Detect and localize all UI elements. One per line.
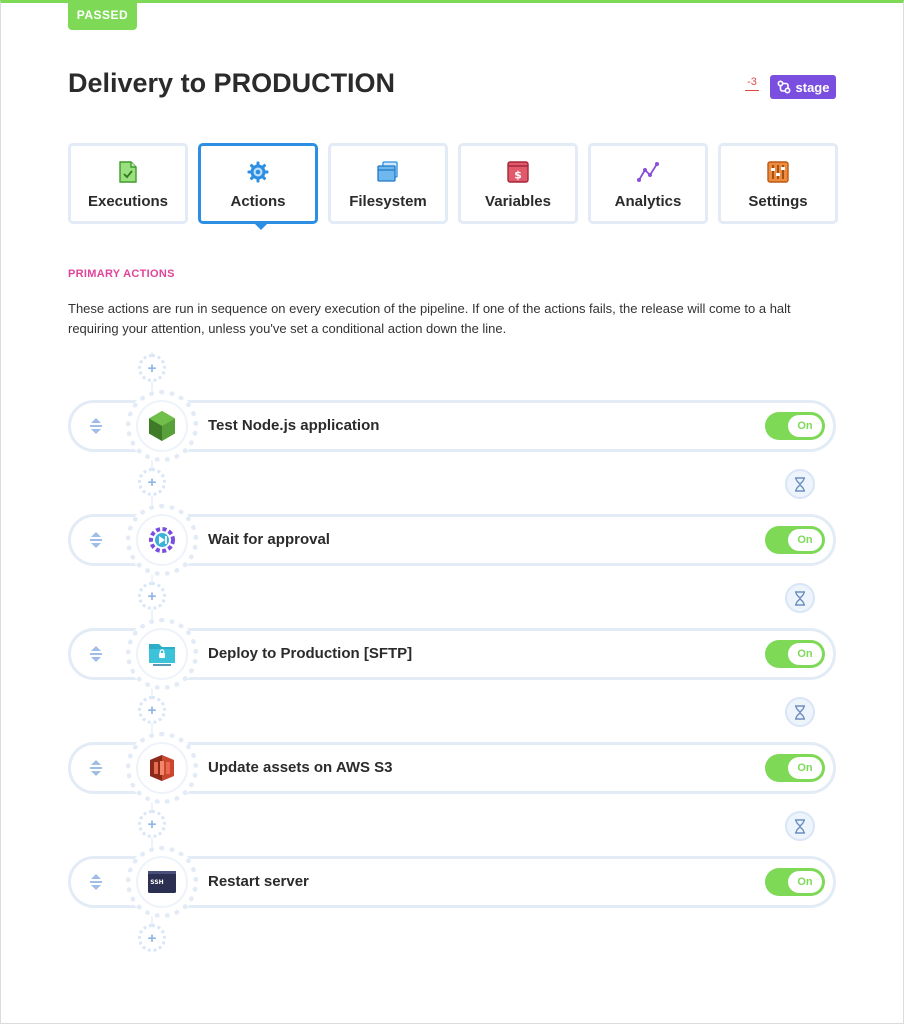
files-icon xyxy=(376,160,400,184)
tab-filesystem[interactable]: Filesystem xyxy=(328,143,448,224)
sftp-folder-icon xyxy=(149,644,175,666)
action-row[interactable]: Wait for approval On xyxy=(68,504,836,576)
tab-actions[interactable]: Actions xyxy=(198,143,318,230)
action-icon-gear xyxy=(126,390,198,462)
action-row[interactable]: Test Node.js application On xyxy=(68,390,836,462)
page-title: Delivery to PRODUCTION xyxy=(68,68,396,98)
tab-label: Executions xyxy=(87,193,169,210)
sliders-icon xyxy=(766,160,790,184)
approval-gear-icon xyxy=(149,527,175,553)
change-count-link[interactable]: -3 xyxy=(745,76,759,91)
action-row[interactable]: SSH Restart server On xyxy=(68,846,836,918)
section-label: PRIMARY ACTIONS xyxy=(68,268,175,280)
gear-icon xyxy=(246,160,270,184)
action-name: Test Node.js application xyxy=(208,417,380,434)
action-toggle[interactable]: On xyxy=(765,412,825,440)
action-name: Update assets on AWS S3 xyxy=(208,759,393,776)
toggle-label: On xyxy=(788,757,822,779)
tab-analytics[interactable]: Analytics xyxy=(588,143,708,224)
tab-settings[interactable]: Settings xyxy=(718,143,838,224)
tab-label: Variables xyxy=(485,193,551,210)
svg-text:$: $ xyxy=(514,169,522,182)
add-action-button[interactable]: + xyxy=(138,696,166,724)
tab-label: Filesystem xyxy=(349,193,427,210)
action-name: Deploy to Production [SFTP] xyxy=(208,645,413,662)
hourglass-icon[interactable] xyxy=(785,469,815,499)
add-action-button[interactable]: + xyxy=(138,582,166,610)
action-name: Wait for approval xyxy=(208,531,330,548)
stage-button-label: stage xyxy=(795,79,830,95)
action-row[interactable]: Deploy to Production [SFTP] On xyxy=(68,618,836,690)
drag-handle-icon[interactable] xyxy=(87,530,105,550)
action-toggle[interactable]: On xyxy=(765,640,825,668)
add-action-button[interactable]: + xyxy=(138,354,166,382)
nodejs-icon xyxy=(149,411,175,441)
action-toggle[interactable]: On xyxy=(765,526,825,554)
aws-s3-icon xyxy=(150,755,174,781)
tab-label: Actions xyxy=(230,193,286,210)
drag-handle-icon[interactable] xyxy=(87,872,105,892)
pipeline-icon xyxy=(777,80,791,94)
section-description: These actions are run in sequence on eve… xyxy=(68,301,791,336)
action-icon-gear xyxy=(126,618,198,690)
toggle-label: On xyxy=(788,871,822,893)
hourglass-icon[interactable] xyxy=(785,697,815,727)
toggle-label: On xyxy=(788,415,822,437)
drag-handle-icon[interactable] xyxy=(87,416,105,436)
action-icon-gear: SSH xyxy=(126,846,198,918)
action-toggle[interactable]: On xyxy=(765,868,825,896)
action-toggle[interactable]: On xyxy=(765,754,825,782)
tab-variables[interactable]: $ Variables xyxy=(458,143,578,224)
hourglass-icon[interactable] xyxy=(785,583,815,613)
action-row[interactable]: Update assets on AWS S3 On xyxy=(68,732,836,804)
action-icon-gear xyxy=(126,732,198,804)
toggle-label: On xyxy=(788,643,822,665)
add-action-button[interactable]: + xyxy=(138,924,166,952)
tab-label: Settings xyxy=(748,193,808,210)
svg-text:SSH: SSH xyxy=(150,879,163,886)
add-action-button[interactable]: + xyxy=(138,810,166,838)
hourglass-icon[interactable] xyxy=(785,811,815,841)
tab-bar: Executions Actions Filesystem $ Variable… xyxy=(68,143,838,230)
action-icon-gear xyxy=(126,504,198,576)
document-check-icon xyxy=(116,160,140,184)
action-name: Restart server xyxy=(208,873,309,890)
add-action-button[interactable]: + xyxy=(138,468,166,496)
stage-button[interactable]: stage xyxy=(770,75,836,99)
drag-handle-icon[interactable] xyxy=(87,758,105,778)
ssh-terminal-icon: SSH xyxy=(148,871,176,893)
drag-handle-icon[interactable] xyxy=(87,644,105,664)
dollar-box-icon: $ xyxy=(506,160,530,184)
line-chart-icon xyxy=(636,160,660,184)
status-badge: PASSED xyxy=(68,0,137,30)
toggle-label: On xyxy=(788,529,822,551)
tab-executions[interactable]: Executions xyxy=(68,143,188,224)
tab-label: Analytics xyxy=(614,193,682,210)
